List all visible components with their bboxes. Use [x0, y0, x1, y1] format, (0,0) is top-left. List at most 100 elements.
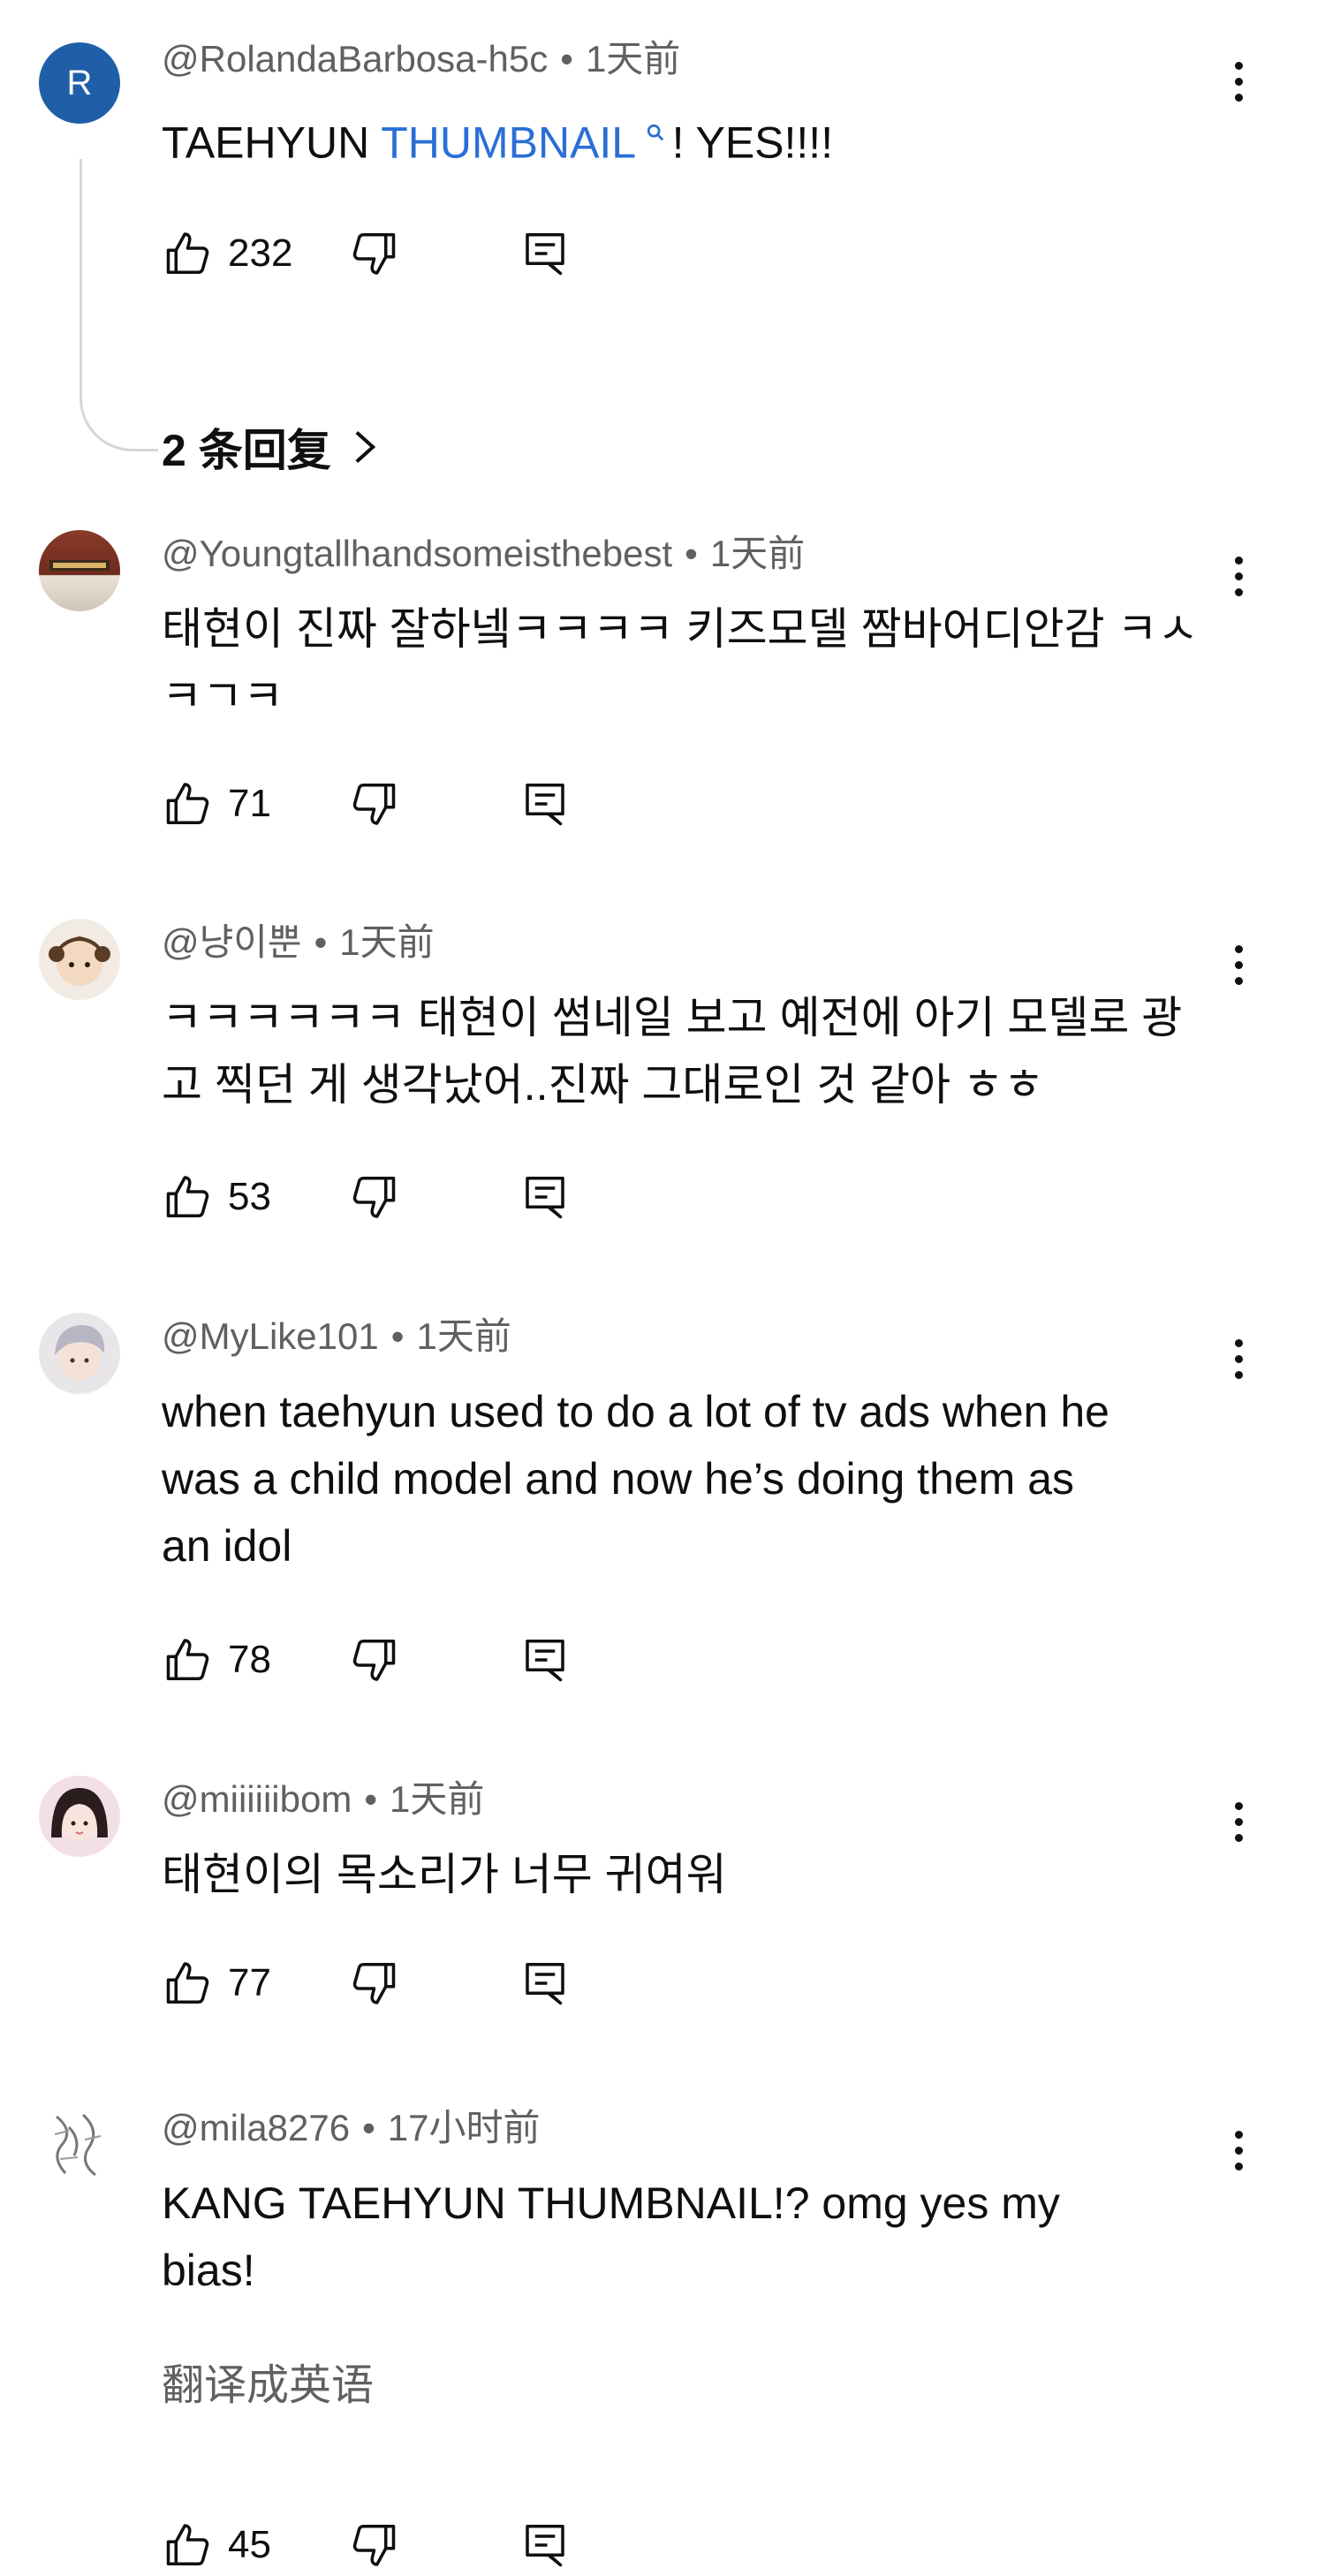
- comment-actions: 71: [162, 773, 603, 835]
- reply-button[interactable]: [519, 773, 572, 835]
- like-icon: [162, 2519, 215, 2572]
- reply-button[interactable]: [519, 1952, 572, 2014]
- dislike-button[interactable]: [347, 1166, 400, 1228]
- comment-time: 1天前: [709, 533, 806, 574]
- more-vert-icon[interactable]: [1221, 549, 1256, 602]
- translate-button[interactable]: 翻译成英语: [162, 2350, 374, 2412]
- comment-text: ㅋㅋㅋㅋㅋㅋ 태현이 썸네일 보고 예전에 아기 모델로 광 고 찍던 게 생각…: [162, 984, 1222, 1118]
- like-button[interactable]: [162, 2514, 215, 2576]
- like-button[interactable]: [162, 773, 215, 835]
- like-count: 78: [228, 1638, 271, 1681]
- reply-icon: [519, 227, 572, 280]
- comment-meta: @mila8276 • 17小时前: [162, 2107, 541, 2148]
- like-button[interactable]: [162, 1629, 215, 1691]
- comment-meta: @냥이뿐 • 1天前: [162, 921, 435, 963]
- dislike-button[interactable]: [347, 773, 400, 835]
- more-vert-icon[interactable]: [1221, 55, 1256, 108]
- reply-icon: [519, 1957, 572, 2010]
- like-icon: [162, 227, 215, 280]
- comment-item: @MyLike101 • 1天前 when taehyun used to do a…: [0, 1313, 1325, 1684]
- comment-meta: @RolandaBarbosa-h5c • 1天前: [162, 38, 681, 80]
- comment-actions: 78: [162, 1629, 603, 1691]
- dislike-icon: [347, 227, 400, 280]
- comment-actions: 77: [162, 1952, 603, 2014]
- more-vert-icon[interactable]: [1221, 1795, 1256, 1848]
- avatar[interactable]: [39, 919, 120, 1000]
- more-vert-icon[interactable]: [1221, 1332, 1256, 1385]
- dislike-button[interactable]: [347, 1629, 400, 1691]
- comment-text-prefix: TAEHYUN: [162, 117, 382, 168]
- comment-text-line: an idol: [162, 1521, 292, 1571]
- dislike-button[interactable]: [347, 1952, 400, 2014]
- reply-button[interactable]: [519, 223, 572, 284]
- comment-time: 1天前: [390, 1778, 485, 1820]
- comment-author[interactable]: @miiiiiibom: [162, 1778, 352, 1820]
- dislike-icon: [347, 777, 400, 830]
- comment-author[interactable]: @RolandaBarbosa-h5c: [162, 38, 548, 80]
- more-vert-icon[interactable]: [1221, 2124, 1256, 2177]
- comment-item: @Youngtallhandsomeisthebest • 1天前 태현이 진짜 잘…: [0, 530, 1325, 830]
- like-icon: [162, 1957, 215, 2010]
- avatar[interactable]: [39, 530, 120, 611]
- comment-text-line: was a child model and now he’s doing the…: [162, 1454, 1075, 1504]
- like-count: 71: [228, 782, 271, 825]
- comment-actions: 232: [162, 223, 603, 284]
- reply-button[interactable]: [519, 2514, 572, 2576]
- comment-author[interactable]: @mila8276: [162, 2107, 350, 2148]
- comment-actions: 45: [162, 2514, 603, 2576]
- comment-text-line: 태현이 진짜 잘하넼ㅋㅋㅋㅋ 키즈모델 짬바어디안감 ㅋㅅ: [162, 604, 1199, 654]
- like-button[interactable]: [162, 223, 215, 284]
- comment-meta: @Youngtallhandsomeisthebest • 1天前: [162, 533, 806, 574]
- comment-text: KANG TAEHYUN THUMBNAIL!? omg yes my bias…: [162, 2170, 1222, 2304]
- comment-time: 1天前: [416, 1315, 511, 1357]
- comment-text-line: when taehyun used to do a lot of tv ads …: [162, 1387, 1109, 1436]
- like-count: 45: [228, 2523, 271, 2566]
- comment-meta: @miiiiiibom • 1天前: [162, 1778, 485, 1820]
- like-icon: [162, 777, 215, 830]
- like-icon: [162, 1633, 215, 1686]
- comment-text: when taehyun used to do a lot of tv ads …: [162, 1378, 1222, 1580]
- avatar-letter: R: [66, 63, 93, 102]
- comment-text-line: ㅋㅋㅋㅋㅋㅋ 태현이 썸네일 보고 예전에 아기 모델로 광: [162, 993, 1183, 1042]
- hashtag-link[interactable]: THUMBNAIL: [381, 118, 636, 168]
- view-replies-button[interactable]: 2 条回复: [162, 415, 379, 479]
- comment-author[interactable]: @Youngtallhandsomeisthebest: [162, 533, 672, 574]
- like-icon: [162, 1171, 215, 1224]
- avatar[interactable]: [39, 2104, 120, 2186]
- comment-item: @냥이뿐 • 1天前 ㅋㅋㅋㅋㅋㅋ 태현이 썸네일 보고 예전에 아기 모델로 광 …: [0, 919, 1325, 1219]
- dislike-button[interactable]: [347, 223, 400, 284]
- search-icon[interactable]: [640, 121, 671, 148]
- comment-text-line: KANG TAEHYUN THUMBNAIL!? omg yes my: [162, 2178, 1060, 2228]
- like-button[interactable]: [162, 1166, 215, 1228]
- dislike-icon: [347, 1957, 400, 2010]
- comment-author[interactable]: @MyLike101: [162, 1315, 379, 1357]
- avatar[interactable]: R: [39, 42, 120, 124]
- replies-label: 2 条回复: [162, 426, 331, 475]
- reply-icon: [519, 777, 572, 830]
- comment-item: @mila8276 • 17小时前 KANG TAEHYUN THUMBNAIL!?…: [0, 2104, 1325, 2566]
- avatar[interactable]: [39, 1313, 120, 1394]
- reply-icon: [519, 2519, 572, 2572]
- chevron-right-icon: [355, 431, 375, 463]
- more-vert-icon[interactable]: [1221, 938, 1256, 991]
- comment-time: 1天前: [585, 38, 681, 80]
- reply-button[interactable]: [519, 1166, 572, 1228]
- comment-time: 1天前: [339, 921, 435, 963]
- dislike-icon: [347, 1633, 400, 1686]
- avatar[interactable]: [39, 1776, 120, 1857]
- comment-text: TAEHYUN THUMBNAIL ! YES!!!!: [162, 101, 1222, 177]
- comment-text-line: ㅋㄱㅋ: [162, 671, 284, 721]
- like-count: 53: [228, 1175, 271, 1218]
- like-button[interactable]: [162, 1952, 215, 2014]
- comment-text-line: 고 찍던 게 생각났어..진짜 그대로인 것 같아 ㅎㅎ: [162, 1060, 1045, 1110]
- dislike-icon: [347, 2519, 400, 2572]
- comment-meta: @MyLike101 • 1天前: [162, 1315, 511, 1357]
- dislike-icon: [347, 1171, 400, 1224]
- like-count: 77: [228, 1961, 271, 2004]
- comment-text-suffix: ! YES!!!!: [671, 117, 834, 168]
- reply-button[interactable]: [519, 1629, 572, 1691]
- reply-icon: [519, 1171, 572, 1224]
- dislike-button[interactable]: [347, 2514, 400, 2576]
- comment-item: R @RolandaBarbosa-h5c • 1天前 TAEHYUN THUMBN…: [0, 35, 1325, 475]
- comment-author[interactable]: @냥이뿐: [162, 921, 302, 963]
